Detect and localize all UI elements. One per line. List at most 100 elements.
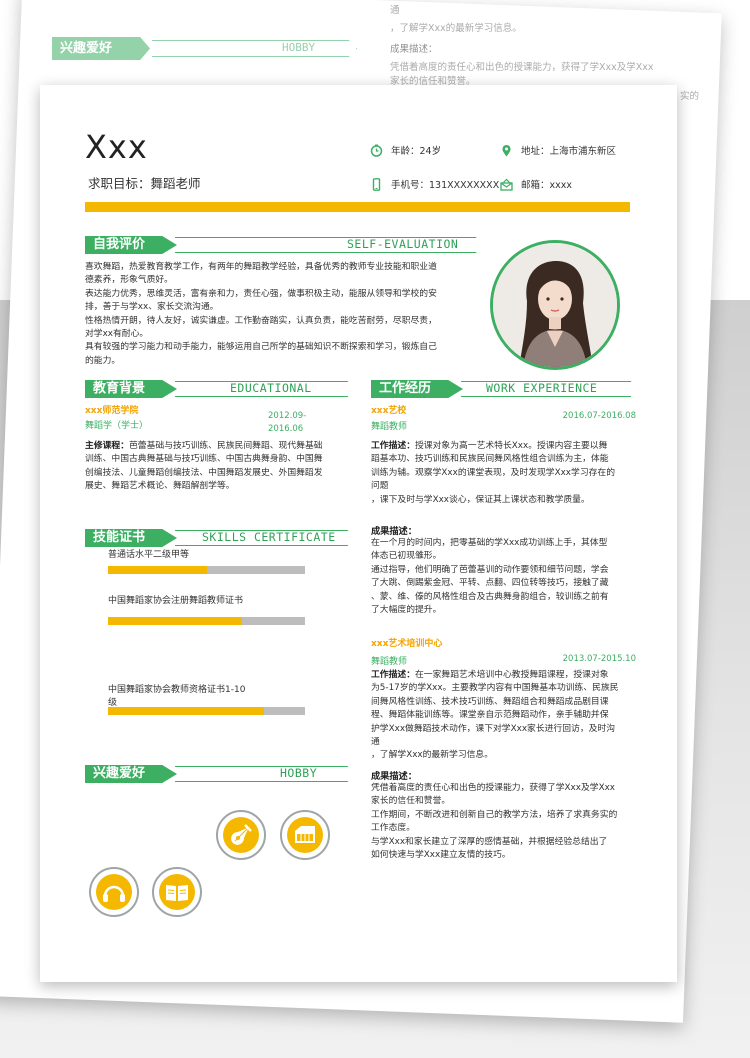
back-hobby-banner: 兴趣爱好 HOBBY bbox=[52, 37, 362, 60]
phone-info: 手机号：131XXXXXXXX bbox=[370, 177, 499, 191]
work-description: 工作描述：在一家舞蹈艺术培训中心教授舞蹈课程，授课对象 为5-17岁的学Xxx。… bbox=[371, 669, 639, 763]
work-desc-label: 工作描述： bbox=[371, 670, 415, 680]
self-evaluation-text: 喜欢舞蹈，热爱教育教学工作，有两年的舞蹈教学经验，具备优秀的教师专业技能和职业道… bbox=[85, 261, 485, 368]
back-text-line: 成果描述： bbox=[390, 44, 438, 55]
education-date: 2012.09- 2016.06 bbox=[268, 411, 307, 434]
work-desc-line: 在一家舞蹈艺术培训中心教授舞蹈课程，授课对象 bbox=[415, 670, 609, 680]
location-pin-icon bbox=[500, 144, 513, 157]
mail-icon bbox=[500, 178, 513, 191]
skill-bar-fill bbox=[108, 707, 264, 715]
address-text: 地址：上海市浦东新区 bbox=[521, 146, 617, 157]
skill-bar-fill bbox=[108, 566, 207, 574]
section-skills: 技能证书 SKILLS CERTIFICATE bbox=[85, 529, 353, 547]
back-text-line: 实的 bbox=[680, 91, 700, 102]
phone-text: 手机号：131XXXXXXXX bbox=[391, 180, 500, 191]
work-desc-line: ，了解学Xxx的最新学习信息。 bbox=[371, 750, 494, 761]
work-role: 舞蹈教师 bbox=[371, 657, 408, 667]
skill-bar bbox=[108, 707, 305, 715]
job-goal: 求职目标：舞蹈老师 bbox=[88, 176, 201, 191]
work-desc-line: ，课下及时与学Xxx谈心，保证其上课状态和教学质量。 bbox=[371, 494, 590, 505]
section-work: 工作经历 WORK EXPERIENCE bbox=[371, 380, 636, 398]
section-work-title: 工作经历 bbox=[371, 380, 463, 398]
section-hobby: 兴趣爱好 HOBBY bbox=[85, 765, 353, 783]
section-line bbox=[175, 766, 353, 782]
work-desc-line: 蹈基本功、技巧训练和民族民间舞风格性组合训练为主，体能 bbox=[371, 454, 609, 465]
self-eval-line: 德素养，形象气质好。 bbox=[85, 275, 173, 286]
work-desc-label: 工作描述： bbox=[371, 441, 415, 451]
hobby-guitar bbox=[216, 810, 266, 860]
self-eval-line: 喜欢舞蹈，热爱教育教学工作，有两年的舞蹈教学经验，具备优秀的教师专业技能和职业道 bbox=[85, 262, 437, 272]
candidate-name: Xxx bbox=[85, 128, 148, 166]
clock-icon bbox=[370, 144, 383, 157]
back-text-line: 通 bbox=[390, 5, 400, 16]
work-org: xxx艺术培训中心 bbox=[371, 639, 443, 649]
back-text-line: ，了解学Xxx的最新学习信息。 bbox=[390, 23, 522, 34]
email-text: 邮箱：xxxx bbox=[521, 180, 572, 191]
back-hobby-tag: 兴趣爱好 bbox=[52, 37, 150, 60]
education-courses: 主修课程：芭蕾基础与技巧训练、民族民间舞蹈、现代舞基础 训练、中国古典舞基础与技… bbox=[85, 440, 355, 494]
work-desc-line: 为5-17岁的学Xxx。主要教学内容有中国舞基本功训练、民族民 bbox=[371, 683, 619, 694]
piano-icon bbox=[295, 826, 315, 843]
course-line: 展史、舞蹈艺术概论、舞蹈解剖学等。 bbox=[85, 481, 235, 492]
section-hobby-en: HOBBY bbox=[280, 766, 318, 780]
work-desc-line: 训练为辅。观察学Xxx的课堂表现，及时发现学Xxx学习存在的 bbox=[371, 467, 616, 478]
work-org: xxx艺校 bbox=[371, 406, 407, 416]
hobby-piano bbox=[280, 810, 330, 860]
work-result: 在一个月的时间内，把零基础的学Xxx成功训练上手，其体型 体态已初现雏形。 通过… bbox=[371, 537, 639, 617]
back-text-line: 凭借着高度的责任心和出色的授课能力，获得了学Xxx及学Xxx bbox=[390, 62, 654, 73]
work-desc-line: 授课对象为高一艺术特长Xxx。授课内容主要以舞 bbox=[415, 441, 608, 451]
work-result-label: 成果描述： bbox=[371, 526, 417, 537]
work-result-line: 与学Xxx和家长建立了深厚的感情基础，并根据经验总结出了 bbox=[371, 836, 608, 847]
work-description: 工作描述：授课对象为高一艺术特长Xxx。授课内容主要以舞 蹈基本功、技巧训练和民… bbox=[371, 440, 639, 507]
section-education-title: 教育背景 bbox=[85, 380, 177, 398]
section-skills-en: SKILLS CERTIFICATE bbox=[202, 530, 336, 544]
self-eval-line: 对学xx有耐心。 bbox=[85, 329, 149, 340]
work-result-line: 工作期间，不断改进和创新自己的教学方法，培养了求真务实的 bbox=[371, 809, 618, 820]
course-label: 主修课程： bbox=[85, 441, 129, 451]
age-text: 年龄：24岁 bbox=[391, 146, 442, 157]
section-hobby-title: 兴趣爱好 bbox=[85, 765, 177, 783]
hobby-music bbox=[89, 867, 139, 917]
age-info: 年龄：24岁 bbox=[370, 143, 441, 157]
section-education-en: EDUCATIONAL bbox=[230, 381, 312, 395]
work-result-line: 如何快速与学Xxx建立友情的技巧。 bbox=[371, 850, 511, 861]
work-result-line: 凭借着高度的责任心和出色的授课能力，获得了学Xxx及学Xxx bbox=[371, 783, 616, 793]
work-desc-line: 通 bbox=[371, 737, 380, 748]
back-hobby-line bbox=[152, 40, 357, 57]
address-info: 地址：上海市浦东新区 bbox=[500, 143, 616, 157]
course-line: 创编技法、儿童舞蹈创编技法、中国舞蹈发展史、外国舞蹈发 bbox=[85, 467, 323, 478]
work-result-line: 在一个月的时间内，把零基础的学Xxx成功训练上手，其体型 bbox=[371, 538, 608, 548]
work-result-line: 工作态度。 bbox=[371, 823, 415, 834]
work-result-line: 体态已初现雏形。 bbox=[371, 551, 442, 562]
work-desc-line: 间舞风格性训练、技术技巧训练、舞蹈组合和舞蹈成品剧目课 bbox=[371, 696, 609, 707]
self-eval-line: 排，善于与学xx、家长交流沟通。 bbox=[85, 302, 219, 313]
section-self-evaluation-title: 自我评价 bbox=[85, 236, 177, 254]
self-eval-line: 性格热情开朗，待人友好，诚实谦虚。工作勤奋踏实，认真负责，能吃苦耐劳，尽职尽责， bbox=[85, 315, 437, 326]
work-result-line: 家长的信任和赞誉。 bbox=[371, 796, 451, 807]
work-result-line: 、蒙、维、傣的风格性组合及古典舞身韵组合，较训练之前有 bbox=[371, 591, 609, 602]
email-info: 邮箱：xxxx bbox=[500, 177, 572, 191]
section-work-en: WORK EXPERIENCE bbox=[486, 381, 598, 395]
work-result-label: 成果描述： bbox=[371, 771, 417, 782]
skill-bar-fill bbox=[108, 617, 242, 625]
work-desc-line: 护学Xxx做舞蹈技术动作，课下对学Xxx家长进行回访，及时沟 bbox=[371, 723, 616, 734]
work-result-line: 了大跳、倒踢紫金冠、平转、点翻、四位转等技巧，接触了藏 bbox=[371, 578, 609, 589]
section-self-evaluation: 自我评价 SELF-EVALUATION bbox=[85, 236, 485, 254]
resume-page: Xxx 求职目标：舞蹈老师 年龄：24岁 地址：上海市浦东新区 手机号：131X… bbox=[40, 85, 677, 982]
work-result: 凭借着高度的责任心和出色的授课能力，获得了学Xxx及学Xxx 家长的信任和赞誉。… bbox=[371, 782, 639, 862]
phone-icon bbox=[370, 177, 383, 191]
self-eval-line: 具有较强的学习能力和动手能力，能够运用自己所学的基础知识不断探索和学习，锻炼自己 bbox=[85, 342, 437, 353]
education-degree: 舞蹈学（学士） bbox=[85, 421, 149, 431]
work-desc-line: 问题 bbox=[371, 481, 389, 492]
work-role: 舞蹈教师 bbox=[371, 422, 408, 432]
self-eval-line: 的能力。 bbox=[85, 355, 121, 366]
book-icon bbox=[166, 885, 188, 901]
skill-bar bbox=[108, 566, 305, 574]
work-date: 2016.07-2016.08 bbox=[562, 411, 636, 421]
work-desc-line: 程、舞蹈体能训练等。课堂亲自示范舞蹈动作，亲手辅助并保 bbox=[371, 710, 609, 721]
hobby-reading bbox=[152, 867, 202, 917]
section-self-evaluation-en: SELF-EVALUATION bbox=[347, 237, 459, 251]
headphones-icon bbox=[103, 885, 125, 902]
course-line: 芭蕾基础与技巧训练、民族民间舞蹈、现代舞基础 bbox=[129, 441, 323, 451]
education-school: xxx师范学院 bbox=[85, 406, 139, 416]
